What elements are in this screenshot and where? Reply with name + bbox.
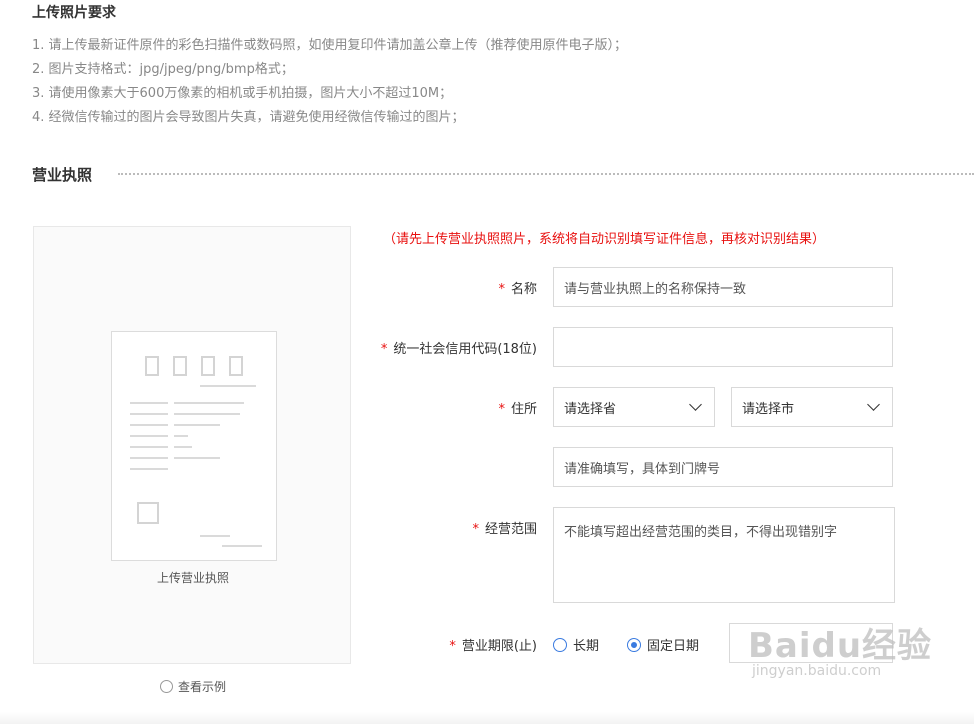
license-placeholder-icon xyxy=(111,331,277,561)
credit-code-label: * 统一社会信用代码(18位) xyxy=(381,338,537,357)
required-mark: * xyxy=(498,282,505,297)
view-example-link[interactable]: 查看示例 xyxy=(160,678,226,695)
city-select[interactable]: 请选择市 xyxy=(731,387,893,427)
company-name-input[interactable]: 请与营业执照上的名称保持一致 xyxy=(553,267,893,307)
name-label-text: 名称 xyxy=(510,282,537,297)
city-select-value: 请选择市 xyxy=(742,401,795,417)
chevron-down-icon xyxy=(867,398,880,411)
radio-checked-icon xyxy=(627,637,641,652)
section-divider xyxy=(118,173,974,175)
upload-license-label: 上传营业执照 xyxy=(156,571,229,585)
term-option-fixed[interactable]: 固定日期 xyxy=(627,635,699,654)
term-label-text: 营业期限(止) xyxy=(461,639,537,654)
required-mark: * xyxy=(449,639,456,654)
chevron-down-icon xyxy=(689,398,702,411)
business-scope-textarea[interactable]: 不能填写超出经营范围的类目，不得出现错别字 xyxy=(553,507,895,603)
baidu-watermark-logo: Baidu经验 jingyan.baidu.com xyxy=(748,618,932,679)
scope-label-text: 经营范围 xyxy=(484,522,537,537)
requirement-item-2: 2. 图片支持格式：jpg/jpeg/png/bmp格式； xyxy=(32,62,294,77)
watermark-main: Baidu经验 xyxy=(748,626,933,666)
term-option-long-label: 长期 xyxy=(573,639,600,654)
auto-recognize-hint: （请先上传营业执照照片，系统将自动识别填写证件信息，再核对识别结果） xyxy=(383,232,826,247)
term-option-fixed-label: 固定日期 xyxy=(647,639,700,654)
company-name-placeholder: 请与营业执照上的名称保持一致 xyxy=(564,281,747,297)
business-scope-placeholder: 不能填写超出经营范围的类目，不得出现错别字 xyxy=(564,525,838,540)
credit-code-label-text: 统一社会信用代码(18位) xyxy=(393,342,537,357)
credit-code-input[interactable] xyxy=(553,327,893,367)
requirement-item-4: 4. 经微信传输过的图片会导致图片失真，请避免使用经微信传输过的图片； xyxy=(32,110,465,125)
search-icon xyxy=(160,680,173,693)
license-upload-area[interactable]: 上传营业执照 xyxy=(33,226,351,664)
scope-label: * 经营范围 xyxy=(472,518,537,537)
radio-unchecked-icon xyxy=(553,637,567,652)
address-label: * 住所 xyxy=(498,398,537,417)
requirement-item-1: 1. 请上传最新证件原件的彩色扫描件或数码照，如使用复印件请加盖公章上传（推荐使… xyxy=(32,38,628,53)
term-label: * 营业期限(止) xyxy=(449,635,537,654)
address-label-text: 住所 xyxy=(510,402,537,417)
requirements-title: 上传照片要求 xyxy=(32,5,116,21)
section-title: 营业执照 xyxy=(32,166,93,184)
term-option-long[interactable]: 长期 xyxy=(553,635,599,654)
view-example-label: 查看示例 xyxy=(178,680,227,694)
province-select[interactable]: 请选择省 xyxy=(553,387,715,427)
required-mark: * xyxy=(472,522,479,537)
required-mark: * xyxy=(380,342,388,357)
required-mark: * xyxy=(498,402,505,417)
province-select-value: 请选择省 xyxy=(564,401,617,417)
bottom-edge xyxy=(0,712,974,724)
address-detail-placeholder: 请准确填写，具体到门牌号 xyxy=(564,461,721,477)
name-label: * 名称 xyxy=(498,278,537,297)
requirement-item-3: 3. 请使用像素大于600万像素的相机或手机拍摄，图片大小不超过10M； xyxy=(32,86,453,101)
address-detail-input[interactable]: 请准确填写，具体到门牌号 xyxy=(553,447,893,487)
